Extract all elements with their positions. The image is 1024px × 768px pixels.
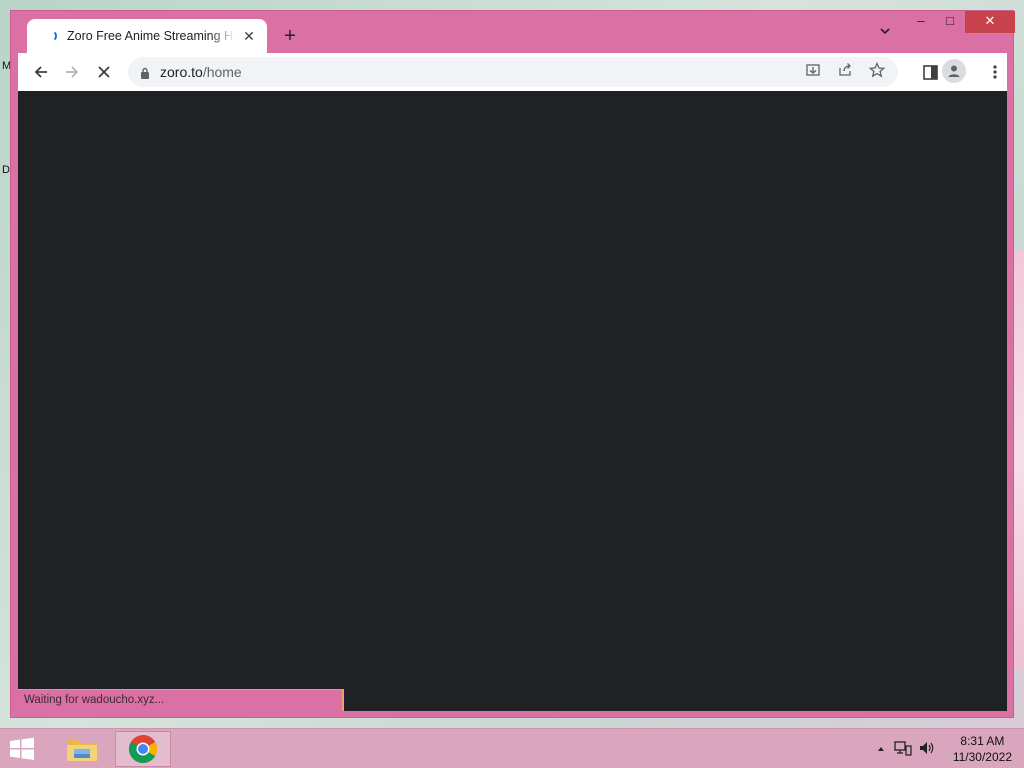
- install-app-icon[interactable]: [802, 62, 824, 82]
- system-tray: 8:31 AM 11/30/2022: [874, 729, 1024, 768]
- status-bubble: Waiting for wadoucho.xyz...: [18, 689, 344, 711]
- file-explorer-icon: [67, 740, 97, 761]
- url-host: zoro.to: [160, 64, 203, 80]
- tab-close-icon[interactable]: ✕: [241, 28, 257, 45]
- back-button[interactable]: [28, 59, 54, 85]
- taskbar: 8:31 AM 11/30/2022: [0, 728, 1024, 768]
- stop-icon: [98, 66, 110, 78]
- browser-toolbar: zoro.to/home: [18, 53, 1007, 91]
- title-bar: Zoro Free Anime Streaming Homepage ✕ + –…: [11, 11, 1015, 53]
- start-button[interactable]: [8, 737, 38, 761]
- windows-logo-icon: [10, 737, 34, 760]
- side-panel-button[interactable]: [917, 59, 943, 85]
- bookmark-star-icon[interactable]: [866, 61, 888, 82]
- volume-icon[interactable]: [918, 740, 936, 761]
- tab-zoro[interactable]: Zoro Free Anime Streaming Homepage ✕: [27, 19, 267, 53]
- clock-date: 11/30/2022: [952, 750, 1012, 764]
- share-icon[interactable]: [834, 62, 856, 82]
- loading-spinner-icon: [45, 30, 57, 42]
- person-icon: [948, 65, 960, 77]
- forward-button[interactable]: [59, 59, 85, 85]
- taskbar-file-explorer[interactable]: [54, 731, 110, 767]
- taskbar-clock[interactable]: 8:31 AM 11/30/2022: [953, 733, 1012, 765]
- browser-menu-button[interactable]: [982, 59, 1008, 85]
- show-hidden-icons-icon[interactable]: [876, 741, 886, 759]
- browser-window: Zoro Free Anime Streaming Homepage ✕ + –…: [10, 10, 1015, 718]
- back-arrow-icon: [34, 66, 47, 78]
- desktop-icon-fragment[interactable]: D: [2, 164, 10, 176]
- network-icon[interactable]: [894, 740, 912, 761]
- chrome-icon: [129, 735, 157, 763]
- address-bar[interactable]: zoro.to/home: [128, 57, 898, 87]
- side-panel-icon: [922, 64, 938, 80]
- forward-arrow-icon: [66, 66, 79, 78]
- profile-avatar-button[interactable]: [942, 59, 966, 83]
- stop-loading-button[interactable]: [91, 59, 117, 85]
- clock-time: 8:31 AM: [960, 734, 1005, 748]
- page-content: Waiting for wadoucho.xyz...: [18, 91, 1007, 711]
- url-path: /home: [202, 64, 242, 80]
- lock-icon: [140, 66, 150, 79]
- taskbar-chrome[interactable]: [115, 731, 171, 767]
- close-window-button[interactable]: ✕: [965, 11, 1015, 33]
- kebab-menu-icon: [993, 65, 997, 79]
- tab-search-chevron-icon[interactable]: [875, 25, 895, 45]
- minimize-button[interactable]: –: [907, 11, 935, 33]
- new-tab-button[interactable]: +: [279, 25, 301, 47]
- maximize-button[interactable]: □: [935, 11, 965, 33]
- tab-title: Zoro Free Anime Streaming Homepage: [67, 29, 235, 43]
- url-text: zoro.to/home: [160, 64, 242, 80]
